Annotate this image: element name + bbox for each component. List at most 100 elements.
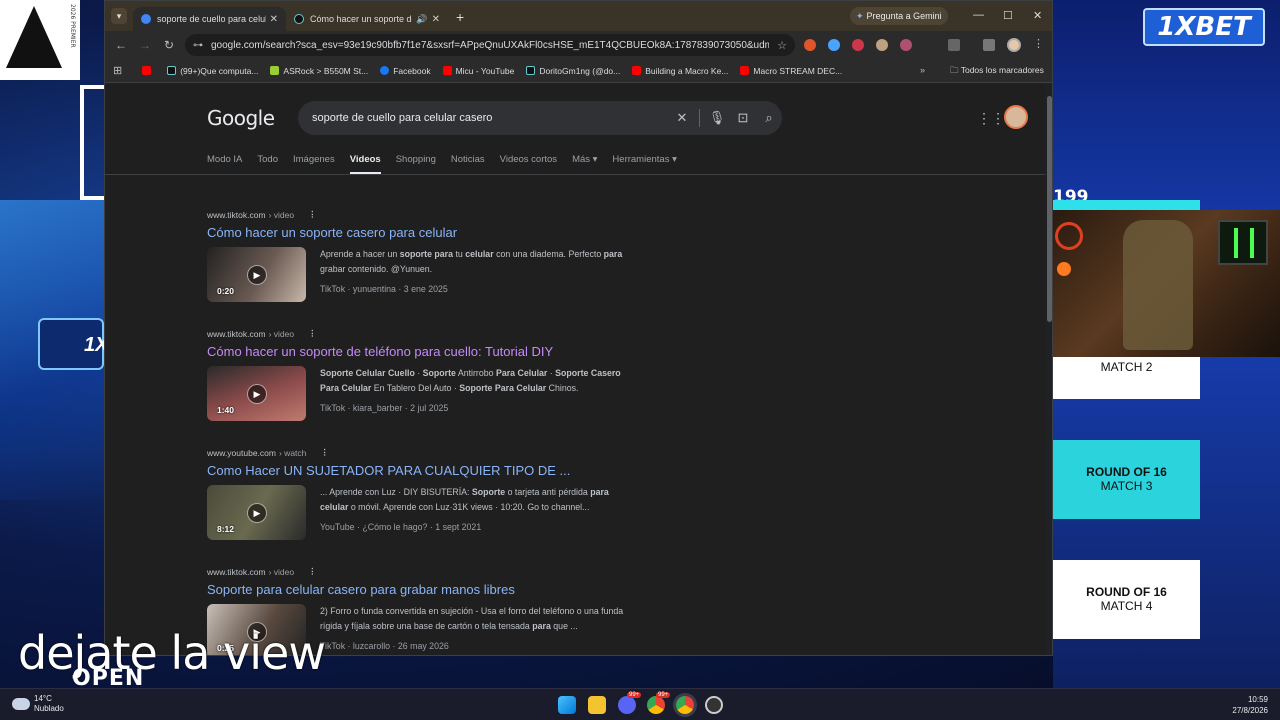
google-logo[interactable]: Google xyxy=(207,106,275,130)
result-body: ▶ 1:40 Soporte Celular Cuello · Soporte … xyxy=(207,366,667,421)
close-icon[interactable]: ✕ xyxy=(270,14,278,25)
weather-widget[interactable]: 14°C Nublado xyxy=(12,694,64,714)
tournament-logo: 2026 PREMIER xyxy=(0,0,80,80)
address-bar[interactable]: ⊶ google.com/search?sca_esv=93e19c90bfb7… xyxy=(185,34,795,56)
tab-mas[interactable]: Más ▾ xyxy=(572,154,597,175)
clear-icon[interactable]: ✕ xyxy=(669,110,695,126)
page-scrollbar[interactable] xyxy=(1045,84,1052,655)
webcam-strip xyxy=(1053,200,1200,210)
reading-list-icon[interactable] xyxy=(983,39,995,51)
result-title-link[interactable]: Soporte para celular casero para grabar … xyxy=(207,582,667,597)
result-options-icon[interactable]: ⋮ xyxy=(308,328,317,339)
bookmark-item[interactable]: Facebook xyxy=(380,66,431,76)
chrome-active-icon[interactable] xyxy=(676,696,694,714)
team-logo-icon xyxy=(1055,222,1083,250)
result-options-icon[interactable]: ⋮ xyxy=(308,209,317,220)
result-options-icon[interactable]: ⋮ xyxy=(308,566,317,577)
bookmark-star-icon[interactable]: ☆ xyxy=(777,39,787,52)
back-icon[interactable]: ← xyxy=(109,38,133,52)
tab-noticias[interactable]: Noticias xyxy=(451,154,485,175)
bookmark-item[interactable]: ASRock > B550M St... xyxy=(270,66,368,76)
extension-icon[interactable] xyxy=(852,39,864,51)
result-title-link[interactable]: Cómo hacer un soporte casero para celula… xyxy=(207,225,667,240)
google-icon xyxy=(141,14,151,24)
match-label: MATCH 2 xyxy=(1100,360,1153,374)
tab-search-button[interactable]: ▾ xyxy=(111,8,127,24)
apps-grid-icon[interactable]: ⊞ xyxy=(113,64,122,77)
extension-icon[interactable] xyxy=(804,39,816,51)
play-icon: ▶ xyxy=(247,384,267,404)
youtube-icon xyxy=(740,66,750,75)
file-explorer-icon[interactable] xyxy=(588,696,606,714)
search-input[interactable]: soporte de cuello para celular casero xyxy=(312,112,669,124)
result-snippet: Soporte Celular Cuello · Soporte Antirro… xyxy=(320,368,621,393)
tab-herramientas[interactable]: Herramientas ▾ xyxy=(612,154,676,175)
menu-icon[interactable]: ⋮ xyxy=(1033,37,1044,50)
tab-modo-ia[interactable]: Modo IA xyxy=(207,154,242,175)
discord-icon[interactable] xyxy=(618,696,636,714)
lens-icon[interactable]: ⊡ xyxy=(730,110,756,126)
tab-todo[interactable]: Todo xyxy=(257,154,278,175)
chrome-icon[interactable] xyxy=(647,696,665,714)
result-title-link[interactable]: Cómo hacer un soporte de teléfono para c… xyxy=(207,344,667,359)
match-round: ROUND OF 16 xyxy=(1086,465,1167,479)
bookmark-item[interactable] xyxy=(142,66,155,75)
tab-imagenes[interactable]: Imágenes xyxy=(293,154,335,175)
result-source: www.tiktok.com › video ⋮ xyxy=(207,209,317,220)
search-icon[interactable]: ⌕ xyxy=(756,110,782,126)
result-title-link[interactable]: Como Hacer UN SUJETADOR PARA CUALQUIER T… xyxy=(207,463,667,478)
video-thumbnail[interactable]: ▶ 0:20 xyxy=(207,247,306,302)
windows-start-icon[interactable] xyxy=(558,696,576,714)
result-options-icon[interactable]: ⋮ xyxy=(320,447,329,458)
match-label: MATCH 4 xyxy=(1100,599,1153,613)
scrollbar-thumb[interactable] xyxy=(1047,96,1052,322)
minimize-button[interactable]: — xyxy=(973,9,984,21)
obs-icon[interactable] xyxy=(705,696,723,714)
reload-icon[interactable]: ↻ xyxy=(157,38,181,52)
user-avatar[interactable] xyxy=(1004,105,1028,129)
extension-icon[interactable] xyxy=(828,39,840,51)
match-label: MATCH 3 xyxy=(1100,479,1153,493)
new-tab-button[interactable]: + xyxy=(456,9,464,25)
bookmark-item[interactable]: Macro STREAM DEC... xyxy=(740,66,842,76)
tab-shopping[interactable]: Shopping xyxy=(396,154,436,175)
result-text: Soporte Celular Cuello · Soporte Antirro… xyxy=(320,366,621,421)
result-text: 2) Forro o funda convertida en sujeción … xyxy=(320,604,624,655)
close-window-button[interactable]: ✕ xyxy=(1033,9,1042,22)
video-thumbnail[interactable]: ▶ 1:40 xyxy=(207,366,306,421)
tab-videos-cortos[interactable]: Videos cortos xyxy=(500,154,557,175)
speaker-icon[interactable]: 🔊 xyxy=(416,14,427,25)
maximize-button[interactable]: ☐ xyxy=(1003,9,1013,22)
microphone-icon[interactable]: 🎙 xyxy=(704,110,730,126)
result-body: ▶ 8:12 ... Aprende con Luz · DIY BISUTER… xyxy=(207,485,667,540)
all-bookmarks-folder[interactable]: 🗀 Todos los marcadores xyxy=(950,65,1044,79)
sponsor-card-left: 1X xyxy=(38,318,108,370)
bookmark-item[interactable]: Building a Macro Ke... xyxy=(632,66,728,76)
close-icon[interactable]: ✕ xyxy=(432,14,440,25)
profile-avatar[interactable] xyxy=(1007,38,1021,52)
bookmark-item[interactable]: Micu - YouTube xyxy=(442,66,514,76)
tab-tiktok[interactable]: Cómo hacer un soporte de 🔊 ✕ xyxy=(286,7,448,31)
result-snippet: 2) Forro o funda convertida en sujeción … xyxy=(320,606,624,631)
search-tabs: Modo IA Todo Imágenes Videos Shopping No… xyxy=(207,154,692,175)
youtube-icon xyxy=(142,66,152,75)
stream-overlay-caption: dejate la view xyxy=(18,626,326,680)
tab-google-search[interactable]: soporte de cuello para celular c ✕ xyxy=(133,7,286,31)
video-thumbnail[interactable]: ▶ 8:12 xyxy=(207,485,306,540)
result-text: ... Aprende con Luz · DIY BISUTERÍA: Sop… xyxy=(320,485,609,540)
bookmark-item[interactable]: DoritoGm1ng (@do... xyxy=(526,66,620,76)
search-result: www.youtube.com › watch ⋮ Como Hacer UN … xyxy=(207,447,667,540)
gemini-button[interactable]: ✦ Pregunta a Gemini xyxy=(850,7,948,25)
system-clock[interactable]: 10:59 27/8/2026 xyxy=(1226,694,1268,716)
bookmark-item[interactable]: (99+)Que computa... xyxy=(167,66,258,76)
tiktok-icon xyxy=(294,14,304,24)
tab-videos[interactable]: Videos xyxy=(349,154,381,175)
extension-icon[interactable] xyxy=(900,39,912,51)
asrock-icon xyxy=(270,66,280,75)
more-bookmarks-icon[interactable]: » xyxy=(920,65,925,75)
extensions-puzzle-icon[interactable] xyxy=(948,39,960,51)
site-info-icon[interactable]: ⊶ xyxy=(193,40,203,51)
search-box[interactable]: soporte de cuello para celular casero ✕ … xyxy=(298,101,782,135)
extension-icon[interactable] xyxy=(876,39,888,51)
forward-icon[interactable]: → xyxy=(133,38,157,52)
